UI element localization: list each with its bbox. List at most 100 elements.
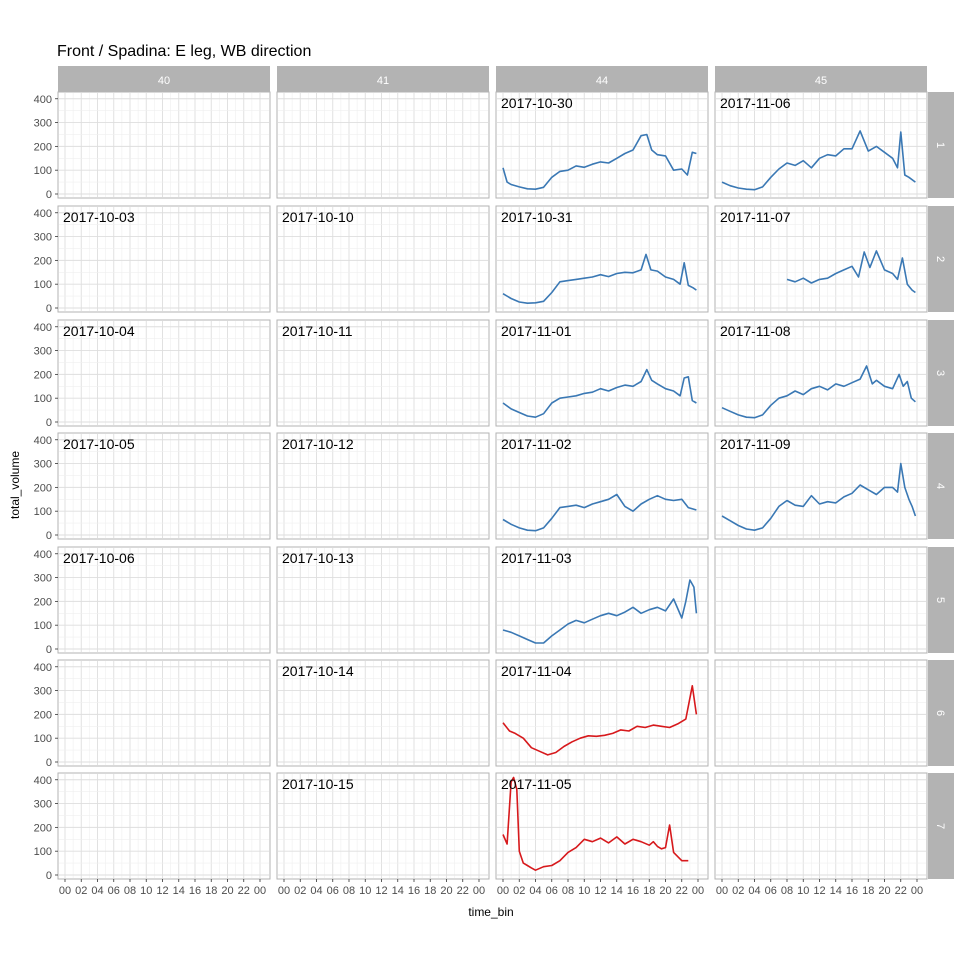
facet-line-chart: Front / Spadina: E leg, WB direction tim… bbox=[8, 43, 954, 919]
x-tick-label: 00 bbox=[254, 885, 266, 897]
x-tick-label: 16 bbox=[627, 885, 639, 897]
y-tick-label: 300 bbox=[34, 346, 52, 358]
x-tick-label: 00 bbox=[497, 885, 509, 897]
panel-date-label: 2017-11-01 bbox=[501, 323, 572, 339]
x-tick-label: 16 bbox=[189, 885, 201, 897]
column-strip-label: 44 bbox=[596, 75, 608, 87]
y-tick-label: 400 bbox=[34, 322, 52, 334]
x-tick-label: 14 bbox=[173, 885, 185, 897]
y-tick-label: 0 bbox=[46, 644, 52, 656]
y-tick-label: 200 bbox=[34, 369, 52, 381]
x-tick-label: 08 bbox=[781, 885, 793, 897]
row-strip-label: 2 bbox=[934, 256, 946, 262]
panel-date-label: 2017-10-15 bbox=[282, 776, 354, 792]
panel-date-label: 2017-10-04 bbox=[63, 323, 135, 339]
column-strip-label: 41 bbox=[377, 75, 389, 87]
panel-date-label: 2017-10-30 bbox=[501, 95, 573, 111]
x-tick-label: 14 bbox=[611, 885, 623, 897]
y-tick-label: 100 bbox=[34, 393, 52, 405]
x-tick-label: 22 bbox=[457, 885, 469, 897]
y-tick-label: 200 bbox=[34, 141, 52, 153]
x-tick-label: 02 bbox=[513, 885, 525, 897]
facet-panels: 40 41 44 4512345670100200300400010020030040… bbox=[34, 66, 954, 897]
panel-date-label: 2017-11-05 bbox=[501, 776, 572, 792]
y-tick-label: 100 bbox=[34, 506, 52, 518]
row-strip-label: 6 bbox=[934, 710, 946, 716]
panel-date-label: 2017-11-08 bbox=[720, 323, 791, 339]
x-tick-label: 12 bbox=[594, 885, 606, 897]
panel-date-label: 2017-10-14 bbox=[282, 663, 354, 679]
column-strip-label: 40 bbox=[158, 75, 170, 87]
y-tick-label: 0 bbox=[46, 417, 52, 429]
panel-date-label: 2017-10-31 bbox=[501, 209, 573, 225]
x-tick-label: 12 bbox=[156, 885, 168, 897]
x-tick-label: 00 bbox=[59, 885, 71, 897]
y-tick-label: 400 bbox=[34, 94, 52, 106]
y-tick-label: 100 bbox=[34, 279, 52, 291]
x-tick-label: 20 bbox=[440, 885, 452, 897]
y-tick-label: 400 bbox=[34, 775, 52, 787]
x-tick-label: 18 bbox=[862, 885, 874, 897]
x-tick-label: 18 bbox=[424, 885, 436, 897]
x-tick-label: 00 bbox=[473, 885, 485, 897]
x-tick-label: 22 bbox=[895, 885, 907, 897]
x-tick-label: 22 bbox=[676, 885, 688, 897]
panel-date-label: 2017-11-03 bbox=[501, 550, 572, 566]
y-tick-label: 200 bbox=[34, 596, 52, 608]
y-tick-label: 100 bbox=[34, 165, 52, 177]
x-tick-label: 08 bbox=[343, 885, 355, 897]
y-tick-label: 200 bbox=[34, 255, 52, 267]
panel-date-label: 2017-11-06 bbox=[720, 95, 791, 111]
y-tick-label: 200 bbox=[34, 822, 52, 834]
panel-date-label: 2017-10-11 bbox=[282, 323, 353, 339]
x-tick-label: 20 bbox=[878, 885, 890, 897]
panel-date-label: 2017-10-10 bbox=[282, 209, 354, 225]
y-tick-label: 0 bbox=[46, 189, 52, 201]
y-tick-label: 300 bbox=[34, 118, 52, 130]
y-axis-title: total_volume bbox=[8, 451, 22, 519]
panel-date-label: 2017-11-04 bbox=[501, 663, 572, 679]
y-tick-label: 400 bbox=[34, 662, 52, 674]
x-tick-label: 18 bbox=[643, 885, 655, 897]
x-tick-label: 06 bbox=[108, 885, 120, 897]
x-tick-label: 02 bbox=[294, 885, 306, 897]
x-tick-label: 06 bbox=[546, 885, 558, 897]
x-tick-label: 00 bbox=[692, 885, 704, 897]
y-tick-label: 0 bbox=[46, 757, 52, 769]
panel-date-label: 2017-11-07 bbox=[720, 209, 791, 225]
x-tick-label: 00 bbox=[278, 885, 290, 897]
x-tick-label: 04 bbox=[310, 885, 322, 897]
x-tick-label: 00 bbox=[911, 885, 923, 897]
x-tick-label: 12 bbox=[813, 885, 825, 897]
panel-date-label: 2017-10-05 bbox=[63, 436, 135, 452]
x-tick-label: 20 bbox=[221, 885, 233, 897]
x-tick-label: 06 bbox=[765, 885, 777, 897]
chart-title: Front / Spadina: E leg, WB direction bbox=[57, 43, 311, 60]
y-tick-label: 300 bbox=[34, 799, 52, 811]
row-strip-label: 4 bbox=[934, 483, 946, 489]
panel-date-label: 2017-11-02 bbox=[501, 436, 572, 452]
x-tick-label: 04 bbox=[748, 885, 760, 897]
y-tick-label: 0 bbox=[46, 530, 52, 542]
y-tick-label: 300 bbox=[34, 232, 52, 244]
x-tick-label: 10 bbox=[578, 885, 590, 897]
panel-date-label: 2017-10-13 bbox=[282, 550, 354, 566]
x-tick-label: 10 bbox=[140, 885, 152, 897]
y-tick-label: 100 bbox=[34, 733, 52, 745]
row-strip-label: 5 bbox=[934, 597, 946, 603]
x-tick-label: 22 bbox=[238, 885, 250, 897]
x-tick-label: 02 bbox=[732, 885, 744, 897]
y-tick-label: 100 bbox=[34, 846, 52, 858]
x-tick-label: 04 bbox=[529, 885, 541, 897]
y-tick-label: 300 bbox=[34, 686, 52, 698]
y-tick-label: 200 bbox=[34, 709, 52, 721]
y-tick-label: 0 bbox=[46, 870, 52, 882]
x-tick-label: 12 bbox=[375, 885, 387, 897]
y-tick-label: 200 bbox=[34, 482, 52, 494]
y-tick-label: 100 bbox=[34, 620, 52, 632]
x-tick-label: 14 bbox=[392, 885, 404, 897]
panel-date-label: 2017-10-03 bbox=[63, 209, 135, 225]
y-tick-label: 400 bbox=[34, 435, 52, 447]
y-tick-label: 0 bbox=[46, 303, 52, 315]
x-tick-label: 00 bbox=[716, 885, 728, 897]
